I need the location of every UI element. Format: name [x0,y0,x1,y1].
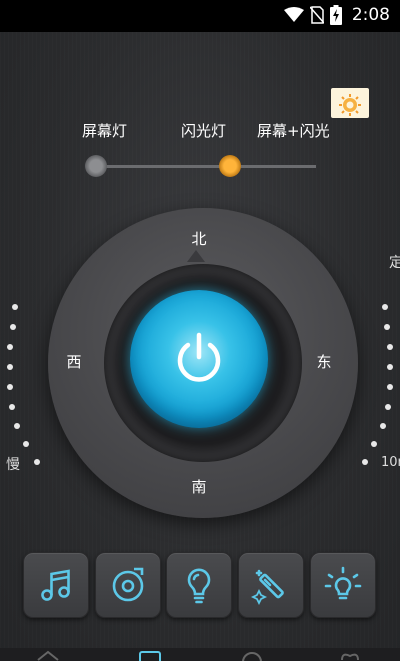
disc-icon [112,567,144,602]
home-icon[interactable] [36,650,60,661]
timer-dot [387,384,393,390]
speed-dot [12,304,18,310]
magic-button[interactable] [238,552,304,618]
speed-dot [10,324,16,330]
timer-dot [371,441,377,447]
compass-north: 北 [191,230,207,248]
timer-dot [380,423,386,429]
music-button[interactable] [23,552,89,618]
timer-dot [387,344,393,350]
compass-east: 东 [316,353,332,371]
gear-sun-icon [339,94,361,116]
mode-slider-track[interactable] [94,165,316,168]
timer-dot [385,404,391,410]
timer-dot [362,459,368,465]
lightbulb-icon [187,568,211,604]
status-time: 2:08 [351,5,390,25]
speed-dot [9,404,15,410]
timer-dot [384,324,390,330]
speed-dot [7,344,13,350]
status-bar: 2:08 [0,0,400,32]
slow-label: 慢 [6,457,20,473]
speed-dot [23,441,29,447]
battery-charging-icon [329,5,342,25]
bulb-button[interactable] [166,552,232,618]
disc-button[interactable] [95,552,161,618]
mode-slider-knob-screen[interactable] [85,155,107,177]
timer-dot [382,304,388,310]
music-note-icon [41,569,70,601]
compass-tab-icon[interactable] [240,650,264,661]
settings-badge[interactable] [331,88,369,118]
speed-dot [34,459,40,465]
power-icon [177,332,221,382]
no-sim-icon [309,6,324,24]
mode-slider-knob-selected[interactable] [219,155,241,177]
timer-label-top: 定 [389,255,400,271]
speed-dot [7,384,13,390]
mode-screen-light[interactable]: 屏幕灯 [82,120,127,141]
bottom-navigation [0,648,400,661]
flashlight-tab-icon[interactable] [138,650,162,661]
light-burst-button[interactable] [310,552,376,618]
mode-flashlight[interactable]: 闪光灯 [181,120,226,141]
speed-dot [14,423,20,429]
compass-west: 西 [66,353,82,371]
speed-dot [7,364,13,370]
timer-label-bottom: 10m [381,455,400,470]
light-burst-icon [324,566,362,600]
power-button[interactable] [130,290,268,428]
mode-screen-and-flash[interactable]: 屏幕+闪光 [257,120,330,141]
wifi-icon [283,7,304,22]
favorite-tab-icon[interactable] [338,650,362,661]
dial-pointer [187,250,205,262]
magic-wand-icon [251,569,284,605]
status-icons: 2:08 [283,5,390,25]
compass-south: 南 [191,478,207,496]
timer-dot [387,364,393,370]
